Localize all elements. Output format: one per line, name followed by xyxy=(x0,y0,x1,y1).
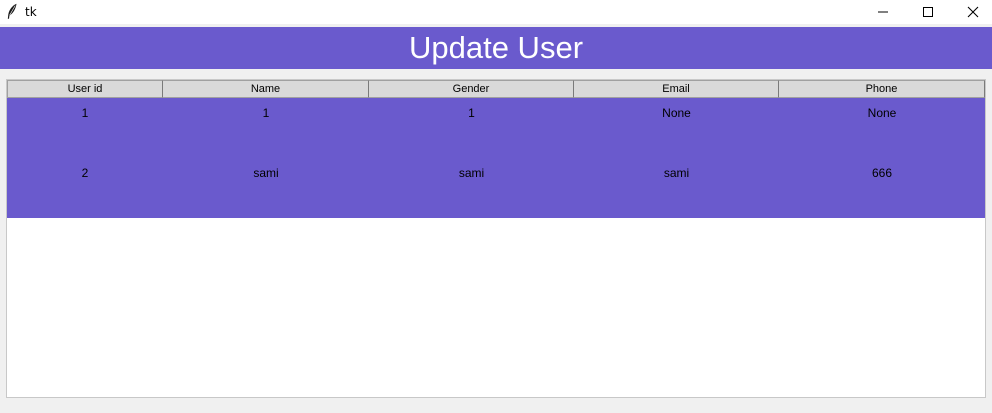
table-row[interactable]: 2 sami sami sami 666 xyxy=(7,158,985,218)
table-header: User id Name Gender Email Phone xyxy=(7,80,985,98)
feather-icon xyxy=(6,3,18,20)
page-banner: Update User xyxy=(0,27,992,69)
cell-name: 1 xyxy=(262,106,270,120)
cell-phone: 666 xyxy=(871,166,893,180)
table-body: 1 1 1 None None 2 sami sami sami 666 xyxy=(7,98,985,218)
column-header-phone[interactable]: Phone xyxy=(779,80,985,98)
app-window: tk Update User User id Name Gender Email xyxy=(0,0,992,413)
cell-gender: 1 xyxy=(468,106,475,120)
table-row[interactable]: 1 1 1 None None xyxy=(7,98,985,158)
cell-email: sami xyxy=(663,166,690,180)
page-title: Update User xyxy=(408,30,584,65)
cell-user-id: 1 xyxy=(81,106,89,120)
close-button[interactable] xyxy=(950,0,992,24)
minimize-icon xyxy=(878,11,888,13)
maximize-button[interactable] xyxy=(905,0,951,24)
title-bar: tk xyxy=(0,0,992,24)
column-header-email[interactable]: Email xyxy=(574,80,779,98)
column-header-gender[interactable]: Gender xyxy=(369,80,574,98)
window-title: tk xyxy=(25,5,37,19)
column-header-user-id[interactable]: User id xyxy=(7,80,163,98)
cell-email: None xyxy=(662,106,691,120)
cell-name: sami xyxy=(253,166,279,180)
maximize-icon xyxy=(923,7,933,17)
cell-user-id: 2 xyxy=(81,166,89,180)
minimize-button[interactable] xyxy=(860,0,906,24)
close-icon xyxy=(967,6,979,18)
column-header-name[interactable]: Name xyxy=(163,80,369,98)
cell-phone: None xyxy=(867,106,897,120)
cell-gender: sami xyxy=(458,166,485,180)
users-table[interactable]: User id Name Gender Email Phone 1 1 1 No… xyxy=(6,79,986,398)
